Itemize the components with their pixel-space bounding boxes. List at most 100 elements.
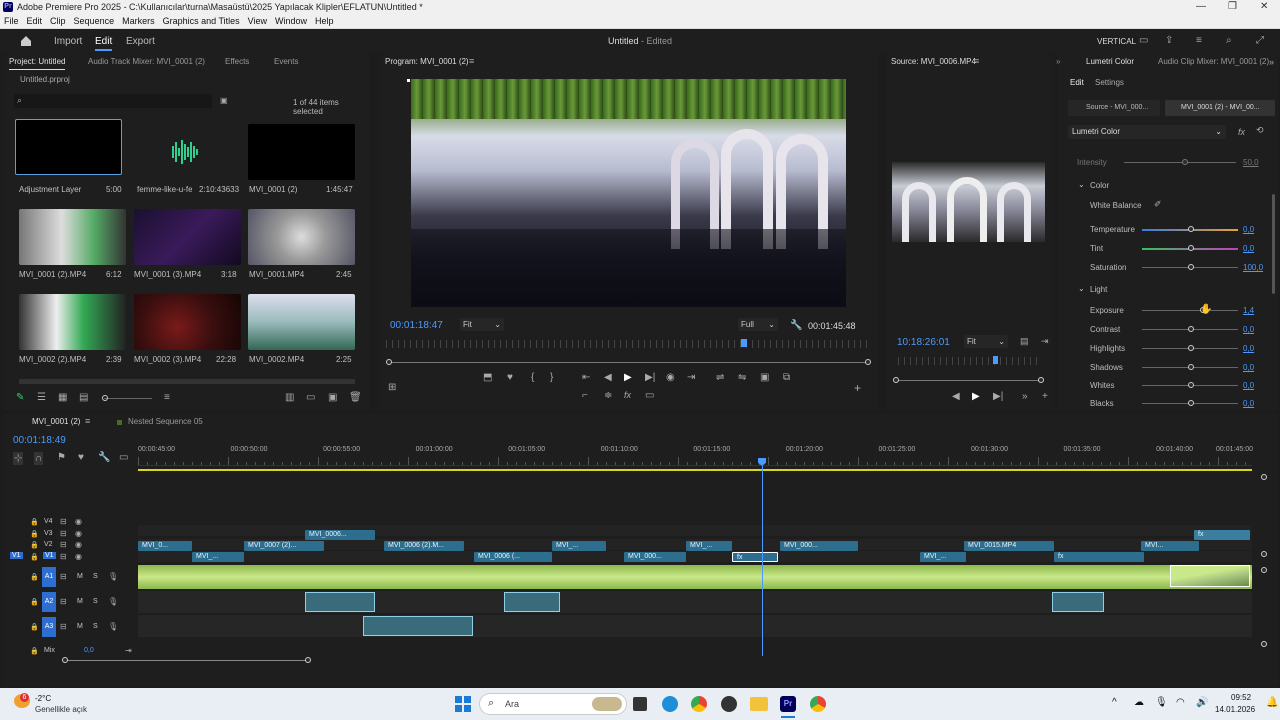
play-icon[interactable]: ▶ [624,372,632,383]
blacks-knob[interactable] [1188,400,1194,406]
timeline-playhead-line[interactable] [762,466,763,656]
davinci-icon[interactable] [721,696,737,712]
tint-knob[interactable] [1188,245,1194,251]
mix-end-icon[interactable]: ⇥ [125,646,132,655]
time-ruler[interactable]: 00:00:45:00 00:00:50:00 00:00:55:00 00:01:0… [138,442,1253,466]
chrome-icon[interactable] [691,696,707,712]
microphone-icon[interactable]: 🎙 [108,622,118,631]
color-section-label[interactable]: Color [1090,181,1109,190]
step-back-icon[interactable]: ◀ [952,391,960,402]
timeline-timecode[interactable]: 00:01:18:49 [13,435,66,446]
intensity-value[interactable]: 50,0 [1243,158,1259,167]
scroll-handle-left[interactable] [62,657,68,663]
menu-edit[interactable]: Edit [23,14,47,29]
linked-selection-icon[interactable]: ∩ [34,452,44,465]
lock-icon[interactable]: 🔒 [30,541,39,549]
microphone-icon[interactable]: 🎙 [1155,697,1168,708]
media-thumbnail[interactable] [134,124,241,180]
sync-icon[interactable]: ⊟ [60,552,67,561]
shadows-value[interactable]: 0,0 [1243,363,1254,372]
wifi-icon[interactable]: ◠ [1176,697,1185,708]
sync-icon[interactable]: ⊟ [60,597,67,606]
video-clip[interactable]: fx [1194,530,1250,540]
panel-menu-icon[interactable]: ≡ [974,56,979,66]
insert-icon[interactable]: ⇌ [716,372,724,383]
zoom-handle-right[interactable] [865,359,871,365]
lumetri-scrollbar[interactable] [1272,194,1275,294]
extract-icon[interactable]: ⧉ [783,372,790,383]
clock-date[interactable]: 14.01.2026 [1215,705,1255,714]
mute-button[interactable]: M [77,573,83,580]
list-view-icon[interactable]: ☰ [37,392,46,403]
saturation-knob[interactable] [1188,264,1194,270]
add-button-icon[interactable]: + [1042,391,1048,402]
progress-icon[interactable]: ≡ [1196,35,1202,46]
mix-value[interactable]: 0,0 [84,647,94,654]
edit-tab[interactable]: Edit [95,36,113,51]
video-clip[interactable]: MVI_0006 (... [474,552,552,562]
lumetri-edit-tab[interactable]: Edit [1070,78,1084,87]
windows-start-icon[interactable] [455,696,471,712]
add-marker-icon[interactable]: ⚑ [57,452,66,463]
program-monitor-title[interactable]: Program: MVI_0001 (2) [385,54,469,70]
search-icon[interactable]: ⌕ [1226,35,1232,46]
quick-export-icon[interactable]: ⇪ [1165,35,1173,46]
contrast-value[interactable]: 0,0 [1243,325,1254,334]
menu-clip[interactable]: Clip [46,14,70,29]
track-label-a1[interactable]: A1 [42,567,56,587]
captions-icon[interactable]: ▭ [119,452,128,463]
blacks-value[interactable]: 0,0 [1243,399,1254,408]
eye-icon[interactable]: ◉ [75,517,82,526]
compare-icon[interactable]: ▣ [760,372,769,383]
more-controls-icon[interactable]: » [1022,391,1028,402]
video-clip[interactable]: MVI_... [686,541,732,551]
chevron-down-icon[interactable]: ⌄ [1078,284,1085,293]
nested-sequence-tab[interactable]: Nested Sequence 05 [128,414,203,430]
trim-out-icon[interactable]: ≑ [604,390,612,401]
lock-icon[interactable]: 🔒 [30,573,39,581]
reset-icon[interactable]: ⟲ [1256,125,1264,136]
media-thumbnail[interactable] [248,124,355,180]
automate-icon[interactable]: ▥ [285,392,294,403]
menu-view[interactable]: View [244,14,271,29]
menu-window[interactable]: Window [271,14,311,29]
track-label-v1[interactable]: V1 [43,552,56,559]
zoom-handle-right[interactable] [1038,377,1044,383]
panel-layout-icon[interactable]: ▭ [1139,35,1148,46]
video-clip[interactable]: MVI_0... [138,541,192,551]
overwrite-icon[interactable]: ⇋ [738,372,746,383]
settings-grid-icon[interactable]: ⊞ [388,382,396,393]
marker-icon[interactable]: ♥ [78,452,84,463]
chevron-down-icon[interactable]: ⌄ [1078,180,1085,189]
effects-tab[interactable]: Effects [225,54,249,70]
program-ruler[interactable] [386,340,869,348]
mark-out-icon[interactable]: } [550,372,553,383]
source-monitor-title[interactable]: Source: MVI_0006.MP4 [891,54,976,70]
program-fit-dropdown[interactable]: Fit ⌄ [460,318,504,331]
export-tab[interactable]: Export [126,36,155,47]
vertical-scroll-knob[interactable] [1261,641,1267,647]
freeform-view-icon[interactable]: ▤ [79,392,88,403]
tray-chevron-icon[interactable]: ^ [1112,697,1117,708]
close-button[interactable]: ✕ [1260,1,1268,12]
tint-value[interactable]: 0,0 [1243,244,1254,253]
play-icon[interactable]: ▶ [972,391,980,402]
trash-icon[interactable]: 🗑 [349,392,362,403]
program-playhead[interactable] [741,339,747,347]
wrench-icon[interactable]: 🔧 [98,452,110,463]
intensity-slider[interactable] [1124,162,1236,163]
volume-icon[interactable]: 🔊 [1196,697,1208,708]
zoom-slider[interactable] [104,398,152,399]
source-fit-dropdown[interactable]: Fit ⌄ [964,335,1008,348]
timeline-horizontal-scroll[interactable] [66,660,310,661]
audio-clip-mixer-tab[interactable]: Audio Clip Mixer: MVI_0001 (2) [1158,54,1269,70]
video-clip[interactable]: MVI_000... [624,552,686,562]
wrench-icon[interactable]: 🔧 [790,320,802,331]
step-forward-icon[interactable]: ▶| [993,391,1003,402]
safe-margins-icon[interactable]: ▭ [645,390,654,401]
step-forward-icon[interactable]: ▶| [645,372,655,383]
icon-view-icon[interactable]: ▦ [58,392,67,403]
vertical-scroll-knob[interactable] [1261,474,1267,480]
light-section-label[interactable]: Light [1090,285,1107,294]
import-tab[interactable]: Import [54,36,82,47]
